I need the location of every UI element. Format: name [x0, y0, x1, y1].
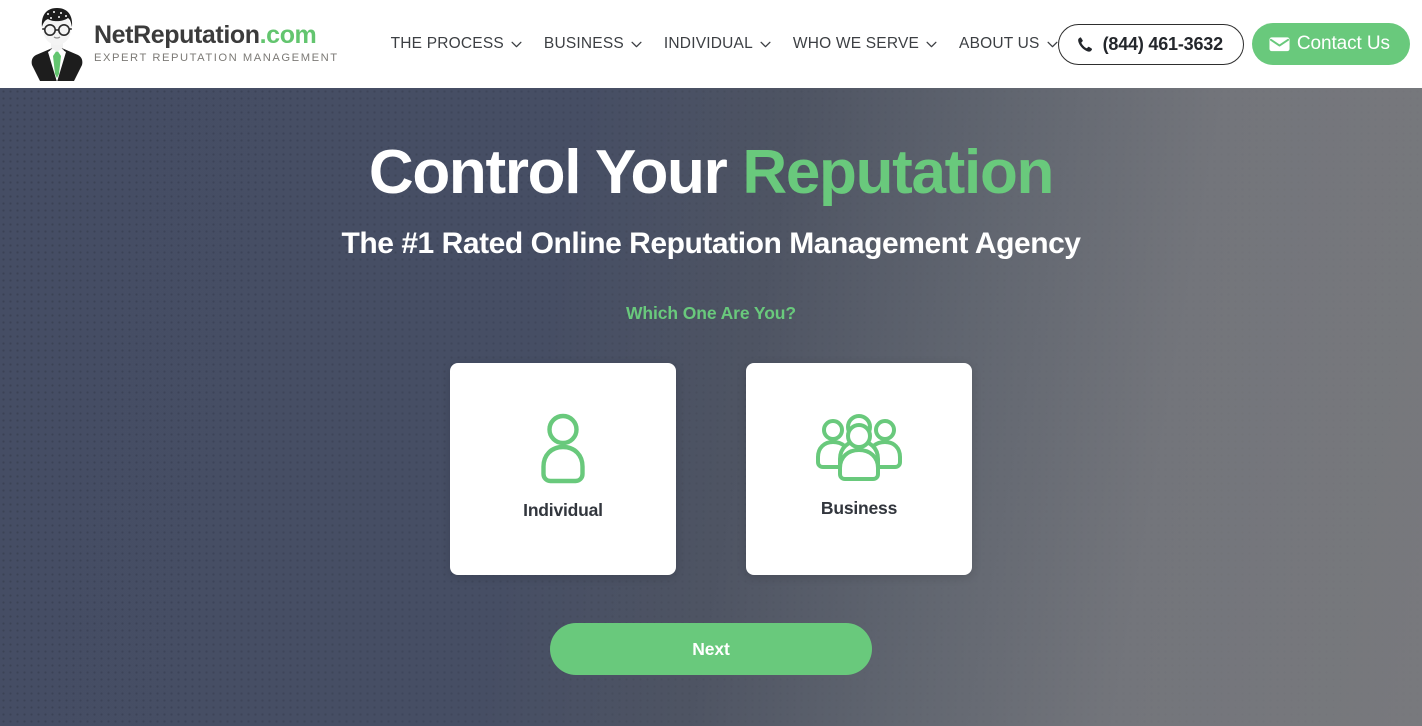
hero-headline: Control Your Reputation [0, 88, 1422, 205]
single-person-icon [541, 413, 585, 483]
nav-item-individual[interactable]: INDIVIDUAL [664, 35, 771, 53]
group-of-people-icon [816, 413, 902, 481]
nav-item-label: ABOUT US [959, 35, 1040, 52]
nav-item-label: INDIVIDUAL [663, 35, 753, 52]
chevron-down-icon [926, 41, 937, 47]
phone-number-label: (844) 461-3632 [1102, 33, 1223, 54]
hero-subheadline: The #1 Rated Online Reputation Managemen… [341, 227, 1081, 261]
main-navigation: THE PROCESS BUSINESS INDIVIDUAL WHO WE S… [391, 35, 1058, 53]
hero-headline-accent: Reputation [742, 138, 1054, 207]
nav-item-label: THE PROCESS [390, 35, 504, 52]
choice-card-individual[interactable]: Individual [450, 363, 676, 576]
brand-text: NetReputation.com EXPERT REPUTATION MANA… [94, 20, 339, 67]
next-button-wrap: Next [0, 623, 1422, 676]
contact-us-label: Contact Us [1296, 33, 1390, 54]
brand-name: NetReputation.com [94, 20, 339, 49]
chevron-down-icon [631, 41, 642, 47]
chevron-down-icon [760, 41, 771, 47]
phone-button[interactable]: (844) 461-3632 [1057, 23, 1244, 65]
brand-name-suffix: .com [259, 20, 317, 49]
brand-logo[interactable]: NetReputation.com EXPERT REPUTATION MANA… [30, 6, 339, 82]
header-actions: (844) 461-3632 Contact Us [1057, 23, 1410, 65]
nav-item-about-us[interactable]: ABOUT US [959, 35, 1058, 53]
choice-cards: Individual Business [0, 363, 1422, 576]
envelope-icon [1269, 37, 1290, 52]
nav-item-label: WHO WE SERVE [792, 35, 920, 52]
chevron-down-icon [511, 41, 522, 47]
next-button[interactable]: Next [550, 623, 872, 676]
choice-card-business[interactable]: Business [746, 363, 972, 576]
nav-item-who-we-serve[interactable]: WHO WE SERVE [793, 35, 937, 53]
chevron-down-icon [1047, 41, 1058, 47]
choice-card-label: Business [820, 497, 898, 518]
hero-headline-primary: Control Your [368, 138, 743, 207]
contact-us-button[interactable]: Contact Us [1251, 23, 1410, 65]
site-header: NetReputation.com EXPERT REPUTATION MANA… [0, 0, 1422, 88]
brand-name-primary: NetReputation [94, 20, 260, 49]
hero-content: Control Your Reputation The #1 Rated Onl… [0, 88, 1422, 676]
nav-item-label: BUSINESS [543, 35, 624, 52]
nav-item-the-process[interactable]: THE PROCESS [391, 35, 522, 53]
hero-question: Which One Are You? [626, 303, 796, 324]
hero-section: Control Your Reputation The #1 Rated Onl… [0, 88, 1422, 726]
brand-tagline: EXPERT REPUTATION MANAGEMENT [94, 51, 339, 64]
phone-icon [1077, 36, 1092, 52]
choice-card-label: Individual [523, 499, 603, 520]
nav-item-business[interactable]: BUSINESS [544, 35, 642, 53]
person-with-glasses-logo-icon [31, 8, 83, 82]
